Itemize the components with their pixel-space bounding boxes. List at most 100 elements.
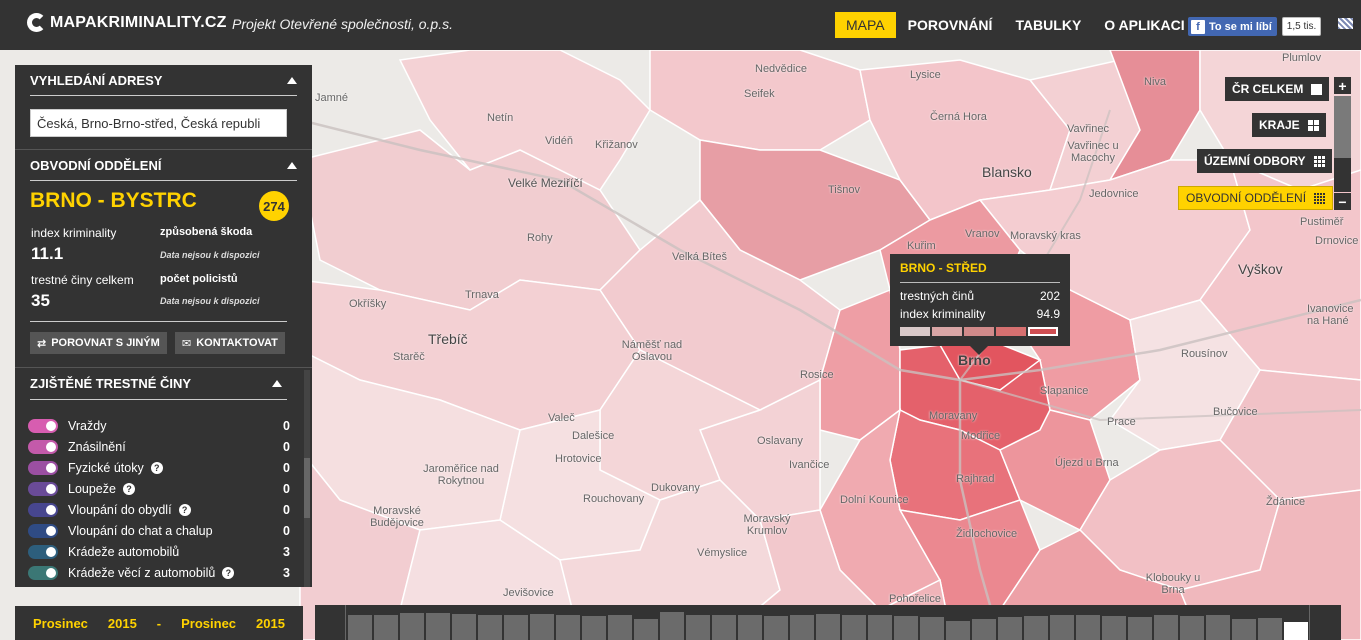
address-section-header[interactable]: VYHLEDÁNÍ ADRESY — [15, 65, 312, 95]
compare-button[interactable]: ⇄ POROVNAT S JINÝM — [30, 332, 167, 354]
timeline-month-bar[interactable] — [1258, 618, 1282, 640]
collapse-caret-icon[interactable] — [287, 76, 297, 84]
timeline-month-bar[interactable] — [842, 615, 866, 640]
timeline-month-bar[interactable] — [920, 617, 944, 640]
panel-scroll-thumb[interactable] — [304, 458, 310, 518]
timeline-month-bar[interactable] — [816, 614, 840, 640]
tooltip-crimes-value: 202 — [1039, 289, 1060, 303]
layer-obvodni-oddeleni[interactable]: OBVODNÍ ODDĚLENÍ — [1178, 186, 1334, 210]
layer-cr-label: ČR CELKEM — [1232, 82, 1304, 96]
place-label: Třebíč — [428, 331, 468, 347]
timeline-month-bar[interactable] — [790, 615, 814, 640]
timeline-month-bar[interactable] — [972, 619, 996, 640]
district-section-header[interactable]: OBVODNÍ ODDĚLENÍ — [15, 150, 312, 180]
time-range[interactable]: Prosinec 2015 - Prosinec 2015 — [15, 606, 303, 640]
timeline-month-bar[interactable] — [1206, 615, 1230, 640]
nav-tabulky[interactable]: TABULKY — [1004, 12, 1092, 38]
facebook-like: f To se mi líbí 1,5 tis. — [1188, 17, 1322, 36]
timeline-month-bar[interactable] — [582, 616, 606, 640]
timeline-month-bar[interactable] — [1128, 617, 1152, 640]
timeline-month-bar[interactable] — [478, 615, 502, 640]
help-icon[interactable]: ? — [150, 462, 163, 474]
facebook-like-button[interactable]: f To se mi líbí — [1188, 17, 1277, 36]
timeline-month-bar[interactable] — [1284, 622, 1308, 640]
timeline-month-bar[interactable] — [1024, 616, 1048, 640]
place-label: Pustiměř — [1300, 216, 1344, 228]
crime-row[interactable]: Vloupání do chat a chalup 0 — [28, 522, 290, 540]
timeline-month-bar[interactable] — [738, 615, 762, 640]
help-icon[interactable]: ? — [178, 504, 191, 516]
timeline-month-bar[interactable] — [1180, 616, 1204, 640]
timeline-month-bar[interactable] — [894, 616, 918, 640]
place-label: Rousínov — [1181, 348, 1228, 360]
district-section-title: OBVODNÍ ODDĚLENÍ — [30, 157, 162, 173]
timeline-month-bar[interactable] — [660, 612, 684, 640]
timeline-month-bar[interactable] — [998, 617, 1022, 640]
zoom-out-button[interactable]: − — [1334, 193, 1351, 210]
timeline-month-bar[interactable] — [686, 615, 710, 640]
timeline-month-bar[interactable] — [348, 615, 372, 640]
crime-toggle[interactable] — [28, 566, 58, 580]
crime-row[interactable]: Vloupání do obydlí? 0 — [28, 501, 290, 519]
crime-row[interactable]: Fyzické útoky? 0 — [28, 459, 290, 477]
timeline-month-bar[interactable] — [556, 615, 580, 640]
logo[interactable]: MAPAKRIMINALITY.CZ — [27, 13, 227, 32]
layer-cr-celkem[interactable]: ČR CELKEM — [1225, 77, 1330, 101]
crime-toggle[interactable] — [28, 545, 58, 559]
timeline-month-bar[interactable] — [1076, 615, 1100, 640]
timeline-month-bar[interactable] — [634, 619, 658, 640]
place-label: Seifek — [744, 88, 775, 100]
timeline-month-bar[interactable] — [374, 615, 398, 640]
collapse-caret-icon[interactable] — [287, 161, 297, 169]
scale-swatch — [1028, 327, 1058, 336]
help-icon[interactable]: ? — [222, 567, 235, 579]
crime-toggle[interactable] — [28, 524, 58, 538]
crime-label: Vloupání do chat a chalup — [68, 524, 278, 538]
crime-toggle[interactable] — [28, 503, 58, 517]
crime-row[interactable]: Krádeže automobilů 3 — [28, 543, 290, 561]
timeline-histogram[interactable] — [315, 605, 1341, 640]
crime-label: Loupeže? — [68, 482, 278, 496]
scale-swatch — [996, 327, 1026, 336]
timeline-month-bar[interactable] — [1232, 619, 1256, 640]
nav-o-aplikaci[interactable]: O APLIKACI — [1093, 12, 1195, 38]
timeline-month-bar[interactable] — [608, 615, 632, 640]
crime-row[interactable]: Loupeže? 0 — [28, 480, 290, 498]
help-icon[interactable]: ? — [122, 483, 135, 495]
crime-label: Vraždy — [68, 419, 278, 433]
collapse-caret-icon[interactable] — [272, 379, 282, 387]
timeline-month-bar[interactable] — [946, 621, 970, 640]
language-flag-icon[interactable] — [1338, 18, 1353, 29]
crime-toggle[interactable] — [28, 419, 58, 433]
place-label: Velká Bíteš — [672, 251, 728, 263]
layer-uzemni-odbory[interactable]: ÚZEMNÍ ODBORY — [1197, 149, 1332, 173]
place-label: Klobouky u Brna — [1145, 572, 1201, 596]
crime-toggle[interactable] — [28, 482, 58, 496]
timeline-month-bar[interactable] — [504, 615, 528, 640]
nav-porovnani[interactable]: POROVNÁNÍ — [897, 12, 1004, 38]
timeline-month-bar[interactable] — [764, 616, 788, 640]
timeline-month-bar[interactable] — [712, 615, 736, 640]
address-search-input[interactable] — [30, 109, 287, 137]
timeline-month-bar[interactable] — [868, 615, 892, 640]
crime-row[interactable]: Krádeže věcí z automobilů? 3 — [28, 564, 290, 582]
crime-toggle[interactable] — [28, 440, 58, 454]
nav-mapa[interactable]: MAPA — [835, 12, 896, 38]
timeline-month-bar[interactable] — [1154, 615, 1178, 640]
timeline-month-bar[interactable] — [400, 613, 424, 640]
timeline-month-bar[interactable] — [1050, 615, 1074, 640]
layer-kraje[interactable]: KRAJE — [1252, 113, 1326, 137]
crimes-total-label: trestné činy celkem — [31, 273, 134, 287]
timeline-month-bar[interactable] — [530, 614, 554, 640]
timeline-month-bar[interactable] — [426, 613, 450, 640]
zoom-in-button[interactable]: + — [1334, 77, 1351, 94]
crime-row[interactable]: Znásilnění 0 — [28, 438, 290, 456]
crimes-section-header[interactable]: ZJIŠTĚNÉ TRESTNÉ ČINY — [15, 368, 297, 398]
crime-toggle[interactable] — [28, 461, 58, 475]
place-label: Kuřim — [907, 240, 936, 252]
contact-button[interactable]: ✉ KONTAKTOVAT — [175, 332, 285, 354]
crime-row[interactable]: Vraždy 0 — [28, 417, 290, 435]
timeline-month-bar[interactable] — [452, 614, 476, 640]
timeline-month-bar[interactable] — [1102, 616, 1126, 640]
main-nav: MAPA POROVNÁNÍ TABULKY O APLIKACI — [835, 12, 1197, 38]
